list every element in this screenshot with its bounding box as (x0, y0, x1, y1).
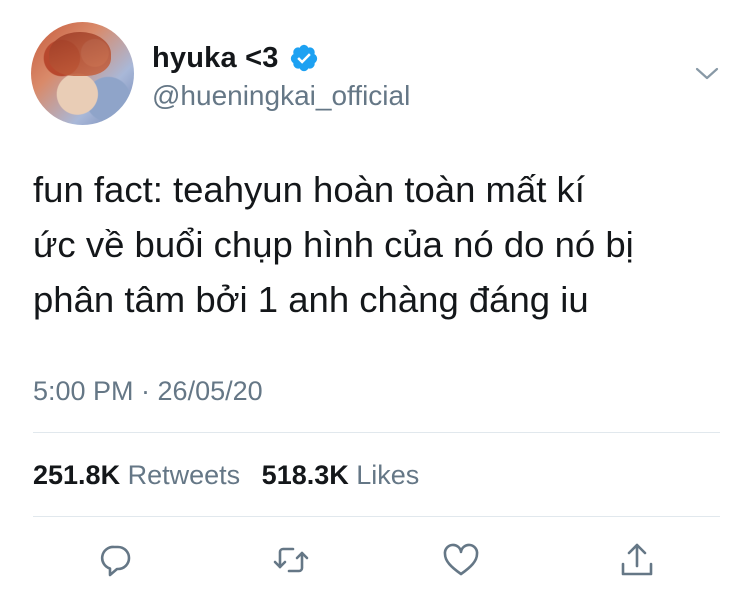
retweet-button[interactable] (271, 540, 311, 580)
display-name[interactable]: hyuka <3 (152, 41, 279, 75)
reply-button[interactable] (96, 540, 136, 580)
tweet-text-line: phân tâm bởi 1 anh chàng đáng iu (33, 279, 589, 320)
share-button[interactable] (617, 540, 657, 580)
share-upload-icon (621, 543, 653, 576)
avatar[interactable] (31, 22, 134, 125)
retweets-label[interactable]: Retweets (128, 460, 241, 490)
divider (33, 432, 720, 433)
chevron-down-icon[interactable] (693, 64, 721, 84)
tweet-card: hyuka <3 @hueningkai_official fun fact: … (0, 0, 750, 605)
tweet-text: fun fact: teahyun hoàn toàn mất kí ức về… (33, 162, 733, 327)
timestamp[interactable]: 5:00 PM · 26/05/20 (33, 374, 263, 408)
heart-icon (443, 543, 479, 576)
verified-badge-icon (289, 43, 319, 73)
speech-bubble-icon (100, 545, 131, 577)
engagement-stats: 251.8K Retweets 518.3K Likes (33, 458, 419, 492)
likes-label[interactable]: Likes (356, 460, 419, 490)
retweet-arrows-icon (273, 547, 309, 573)
avatar-photo-detail (49, 32, 111, 76)
likes-count[interactable]: 518.3K (262, 460, 349, 490)
retweets-count[interactable]: 251.8K (33, 460, 120, 490)
divider (33, 516, 720, 517)
user-handle[interactable]: @hueningkai_official (152, 79, 410, 113)
like-button[interactable] (441, 540, 481, 580)
tweet-text-line: fun fact: teahyun hoàn toàn mất kí (33, 169, 585, 210)
tweet-text-line: ức về buổi chụp hình của nó do nó bị (33, 224, 634, 265)
